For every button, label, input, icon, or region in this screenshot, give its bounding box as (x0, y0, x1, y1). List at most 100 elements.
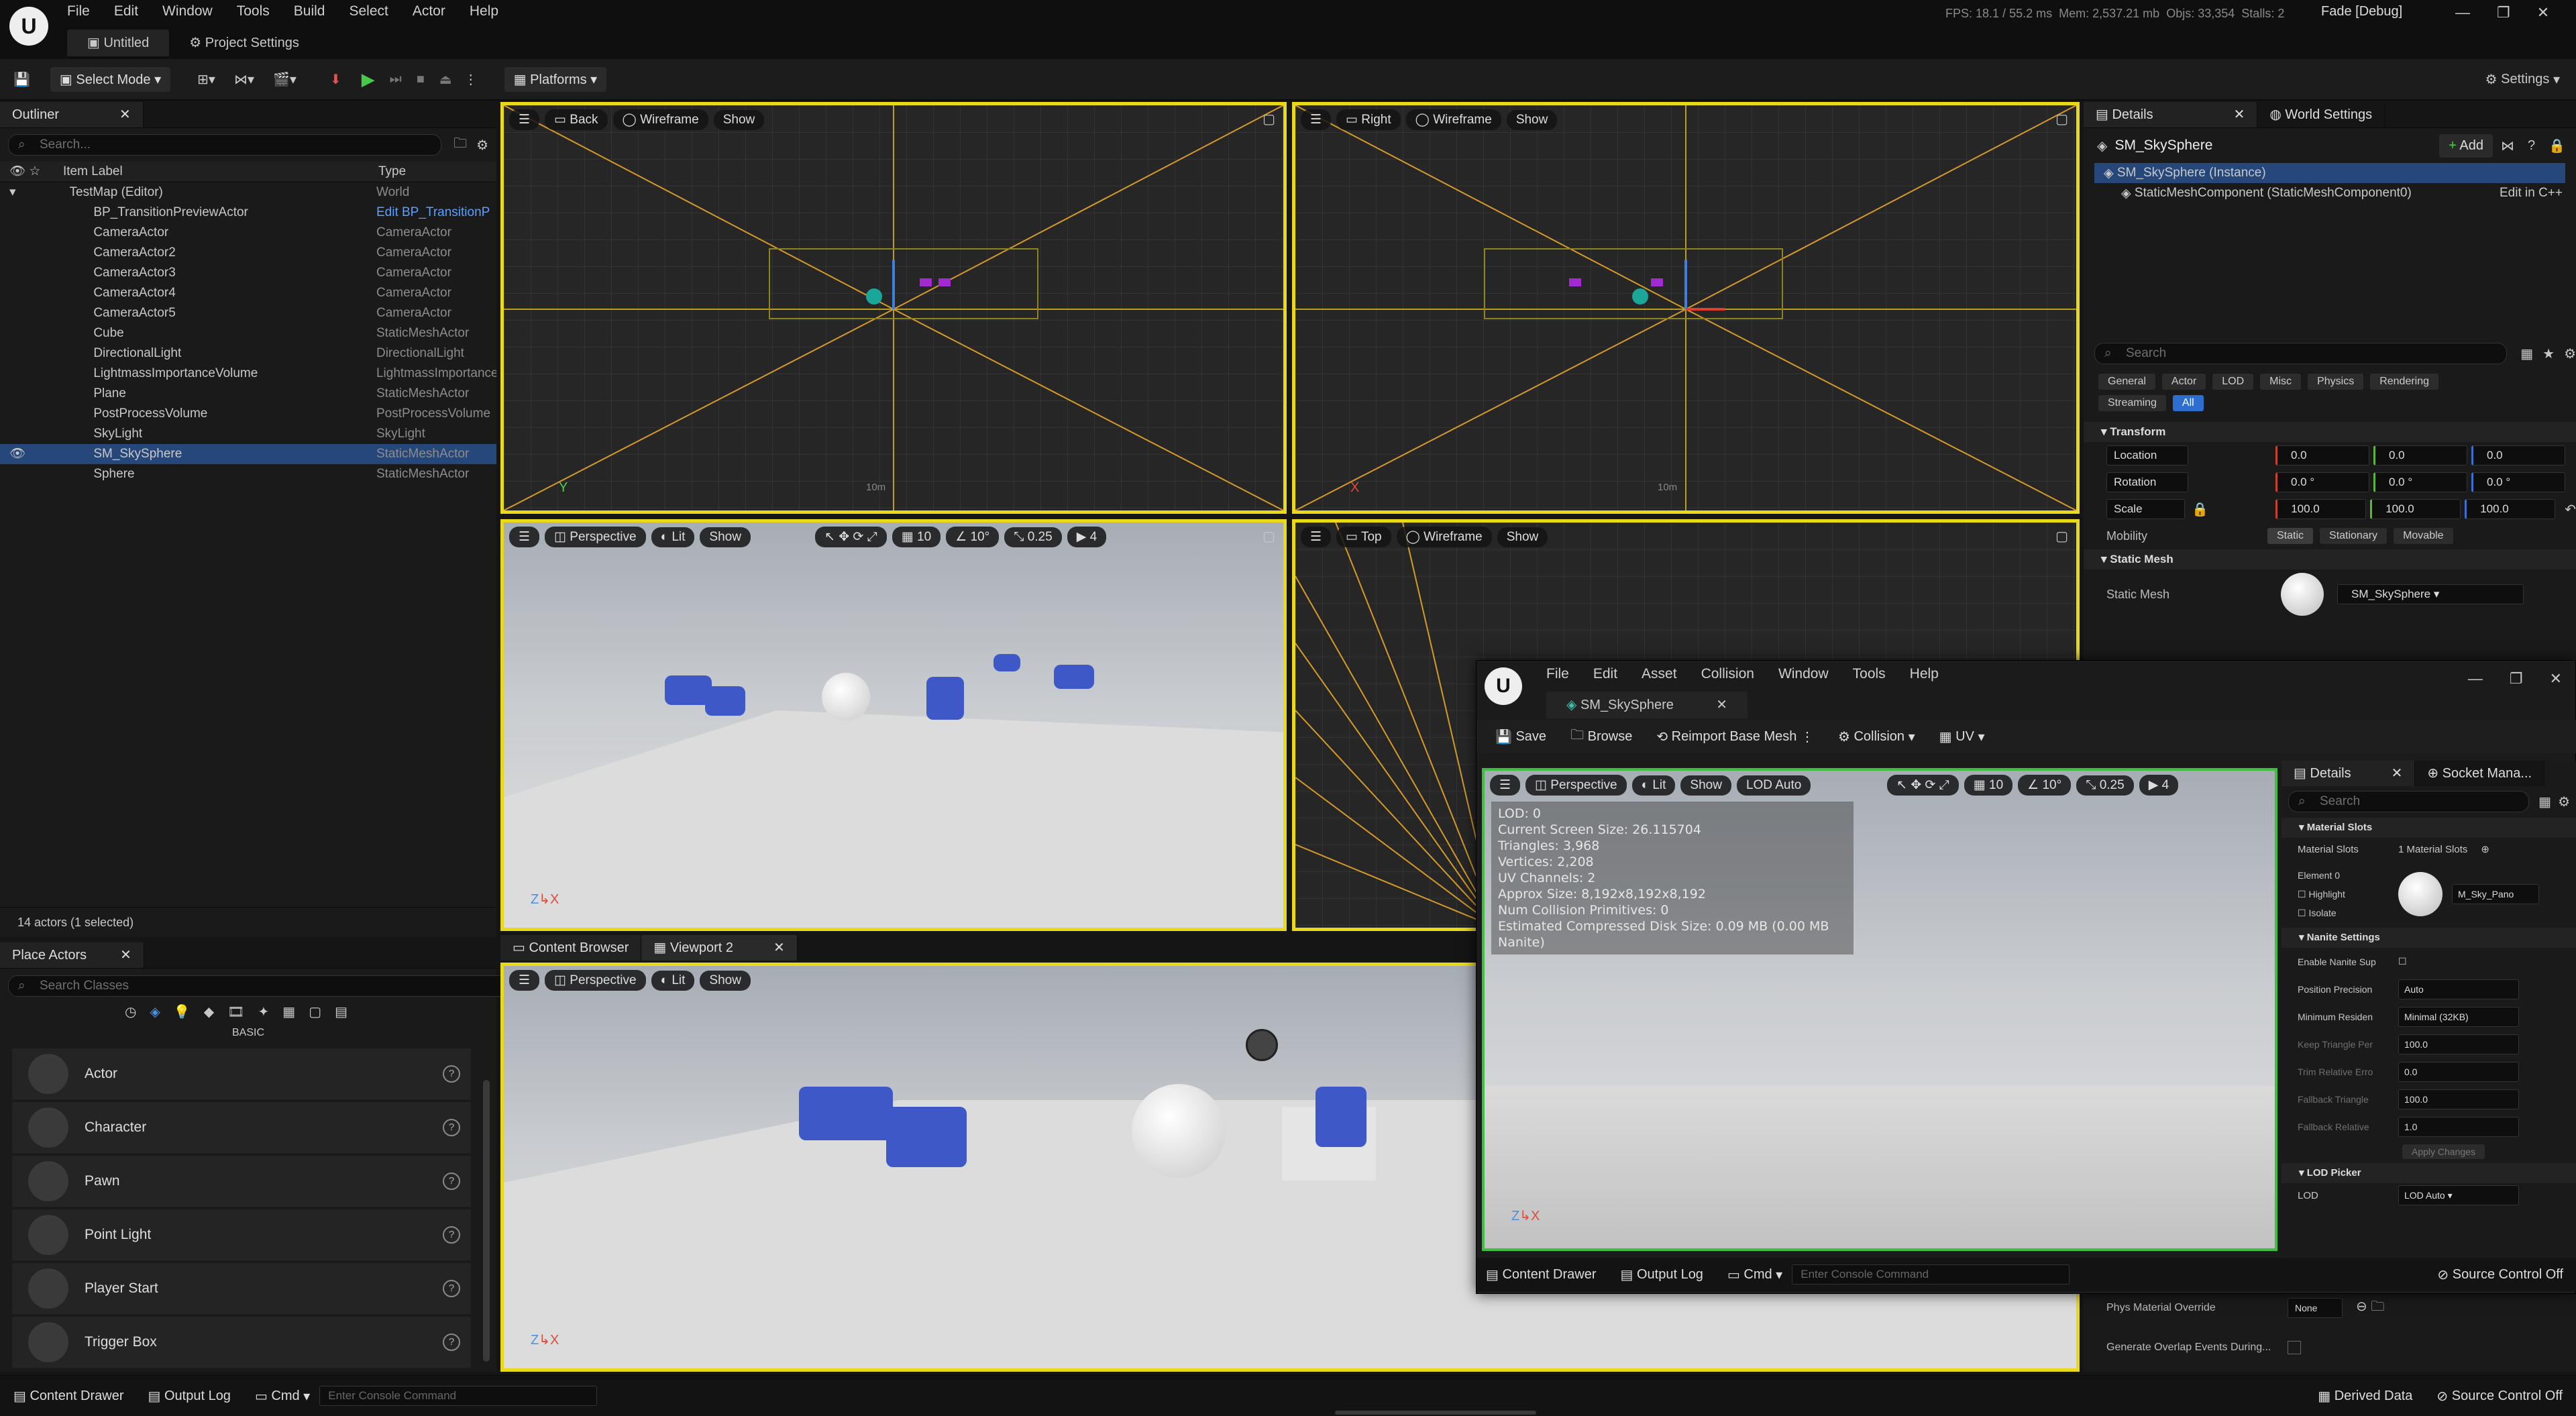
scale-x-field[interactable]: 100.0 (2275, 499, 2367, 519)
mobility-stationary[interactable]: Stationary (2320, 528, 2387, 544)
visibility-icon[interactable]: 👁 (0, 444, 93, 464)
row-spacer[interactable] (0, 464, 93, 484)
viewport-menu-icon[interactable]: ☰ (509, 527, 540, 547)
close-icon[interactable]: ✕ (120, 948, 131, 963)
row-spacer[interactable]: ▾ (0, 182, 70, 203)
viewport-menu-icon[interactable]: ☰ (1490, 775, 1521, 796)
nanite-section[interactable]: ▾ Nanite Settings (2282, 928, 2576, 948)
more-options-icon[interactable]: ⋮ (464, 71, 478, 88)
filter-all[interactable]: All (2172, 395, 2204, 411)
location-mode-dropdown[interactable]: Location (2106, 445, 2188, 466)
actor-item[interactable]: Pawn? (12, 1156, 471, 1207)
row-spacer[interactable] (0, 424, 93, 444)
filter-general[interactable]: General (2098, 374, 2155, 390)
nanite-row-value[interactable]: 0.0 (2398, 1061, 2519, 1082)
filter-rendering[interactable]: Rendering (2370, 374, 2439, 390)
maximize-viewport-icon[interactable]: ▢ (1263, 528, 1275, 545)
outliner-row[interactable]: DirectionalLight DirectionalLight (0, 343, 496, 364)
tab-world-settings[interactable]: ◍ World Settings (2257, 102, 2385, 127)
scale-z-field[interactable]: 100.0 (2465, 499, 2556, 519)
lod-button[interactable]: LOD Auto (1736, 775, 1811, 796)
lock-icon[interactable]: 🔒 (2548, 138, 2565, 154)
edit-in-cpp-link[interactable]: Edit in C++ (2500, 186, 2563, 201)
select-mode-dropdown[interactable]: ▣ Select Mode ▾ (50, 66, 171, 92)
tab-socket-manager[interactable]: ⊕ Socket Mana... (2415, 761, 2545, 786)
tab-details[interactable]: ▤ Details ✕ (2084, 102, 2258, 127)
save-icon[interactable]: 💾 (13, 71, 30, 88)
minimize-icon[interactable]: — (2468, 670, 2483, 688)
row-spacer[interactable] (0, 203, 93, 223)
rotation-snap[interactable]: ∠ 10° (946, 527, 1000, 547)
transform-section[interactable]: ▾ Transform (2084, 422, 2576, 442)
row-spacer[interactable] (0, 343, 93, 364)
menu-tools[interactable]: Tools (237, 3, 270, 19)
select-tool-icon[interactable]: ↖ ✥ ⟳ ⤢ (1887, 775, 1959, 796)
actor-item[interactable]: Point Light? (12, 1209, 471, 1260)
help-icon[interactable]: ? (443, 1226, 460, 1244)
add-folder-icon[interactable]: 🗀 (453, 133, 467, 156)
location-z-field[interactable]: 0.0 (2471, 445, 2565, 466)
row-spacer[interactable] (0, 303, 93, 323)
component-static-mesh[interactable]: ◈ StaticMeshComponent (StaticMeshCompone… (2084, 183, 2576, 203)
outliner-row[interactable]: ▾ TestMap (Editor) World (0, 182, 496, 203)
menu-window[interactable]: Window (162, 3, 213, 19)
row-spacer[interactable] (0, 404, 93, 424)
outliner-row[interactable]: CameraActor5 CameraActor (0, 303, 496, 323)
view-type-button[interactable]: ◫ Perspective (545, 970, 646, 991)
derived-data-button[interactable]: ▦ Derived Data (2318, 1388, 2412, 1405)
highlight-checkbox[interactable]: ☐ (2298, 889, 2308, 900)
add-component-button[interactable]: + Add (2439, 133, 2493, 158)
blueprint-icon[interactable]: ⋈▾ (234, 71, 254, 88)
filter-streaming[interactable]: Streaming (2098, 395, 2166, 411)
browse-button[interactable]: 🗀 Browse (1570, 725, 1632, 748)
lod-dropdown[interactable]: LOD Auto ▾ (2398, 1185, 2519, 1205)
gear-icon[interactable]: ⚙ (2558, 794, 2570, 810)
close-icon[interactable]: ✕ (2550, 670, 2562, 688)
gear-icon[interactable]: ⚙ (2564, 345, 2576, 362)
col-type[interactable]: Type (378, 162, 406, 182)
view-mode-button[interactable]: ◐ Lit (651, 527, 695, 547)
viewport-right[interactable]: ☰ ▭ Right ◯ Wireframe Show ▢ X 10m (1292, 102, 2080, 514)
actor-list-scrollbar[interactable] (483, 1080, 490, 1362)
outliner-row[interactable]: Plane StaticMeshActor (0, 384, 496, 404)
unreal-logo[interactable]: U (1485, 667, 1522, 705)
row-spacer[interactable] (0, 323, 93, 343)
view-mode-button[interactable]: ◐ Lit (651, 970, 695, 991)
settings-button[interactable]: ⚙ Settings ▾ (2485, 71, 2560, 88)
save-button[interactable]: 💾 Save (1495, 728, 1546, 745)
show-button[interactable]: Show (700, 970, 751, 991)
menu-asset[interactable]: Asset (1642, 666, 1677, 682)
show-button[interactable]: Show (1680, 775, 1731, 796)
row-spacer[interactable] (0, 364, 93, 384)
nanite-row-value[interactable]: Minimal (32KB) (2398, 1006, 2519, 1027)
help-icon[interactable]: ? (443, 1119, 460, 1136)
view-type-button[interactable]: ◫ Perspective (1525, 775, 1627, 796)
filter-physics[interactable]: Physics (2308, 374, 2364, 390)
select-tool-icon[interactable]: ↖ ✥ ⟳ ⤢ (815, 527, 887, 547)
grid-snap[interactable]: ▦ 10 (1964, 775, 2013, 796)
rotation-z-field[interactable]: 0.0 ° (2471, 472, 2565, 492)
reimport-button[interactable]: ⟲ Reimport Base Mesh ⋮ (1656, 728, 1814, 745)
outliner-row[interactable]: PostProcessVolume PostProcessVolume (0, 404, 496, 424)
show-button[interactable]: Show (700, 527, 751, 547)
build-icon[interactable]: ⬇ (330, 71, 341, 88)
menu-edit[interactable]: Edit (1593, 666, 1617, 682)
show-button[interactable]: Show (1497, 527, 1548, 547)
content-drawer-button[interactable]: ▤ Content Drawer (13, 1388, 124, 1405)
visual-effects-icon[interactable]: ✦ (258, 1003, 270, 1020)
scale-mode-dropdown[interactable]: Scale (2106, 499, 2186, 519)
row-spacer[interactable] (0, 263, 93, 283)
rotation-mode-dropdown[interactable]: Rotation (2106, 472, 2188, 492)
overlap-checkbox[interactable] (2288, 1341, 2301, 1354)
viewport-perspective[interactable]: ☰ ◫ Perspective ◐ Lit Show ↖ ✥ ⟳ ⤢ ▦ 10 … (500, 519, 1287, 931)
cmd-dropdown[interactable]: ▭ Cmd ▾ (255, 1388, 310, 1405)
outliner-search[interactable]: ⌕ Search... (8, 134, 442, 156)
material-dropdown[interactable]: M_Sky_Pano (2452, 884, 2539, 904)
help-icon[interactable]: ? (443, 1173, 460, 1190)
output-log-button[interactable]: ▤ Output Log (148, 1388, 231, 1405)
menu-window[interactable]: Window (1778, 666, 1829, 682)
isolate-checkbox[interactable]: ☐ (2298, 908, 2308, 918)
maximize-viewport-icon[interactable]: ▢ (2055, 111, 2068, 127)
menu-select[interactable]: Select (349, 3, 388, 19)
maximize-viewport-icon[interactable]: ▢ (2055, 528, 2068, 545)
